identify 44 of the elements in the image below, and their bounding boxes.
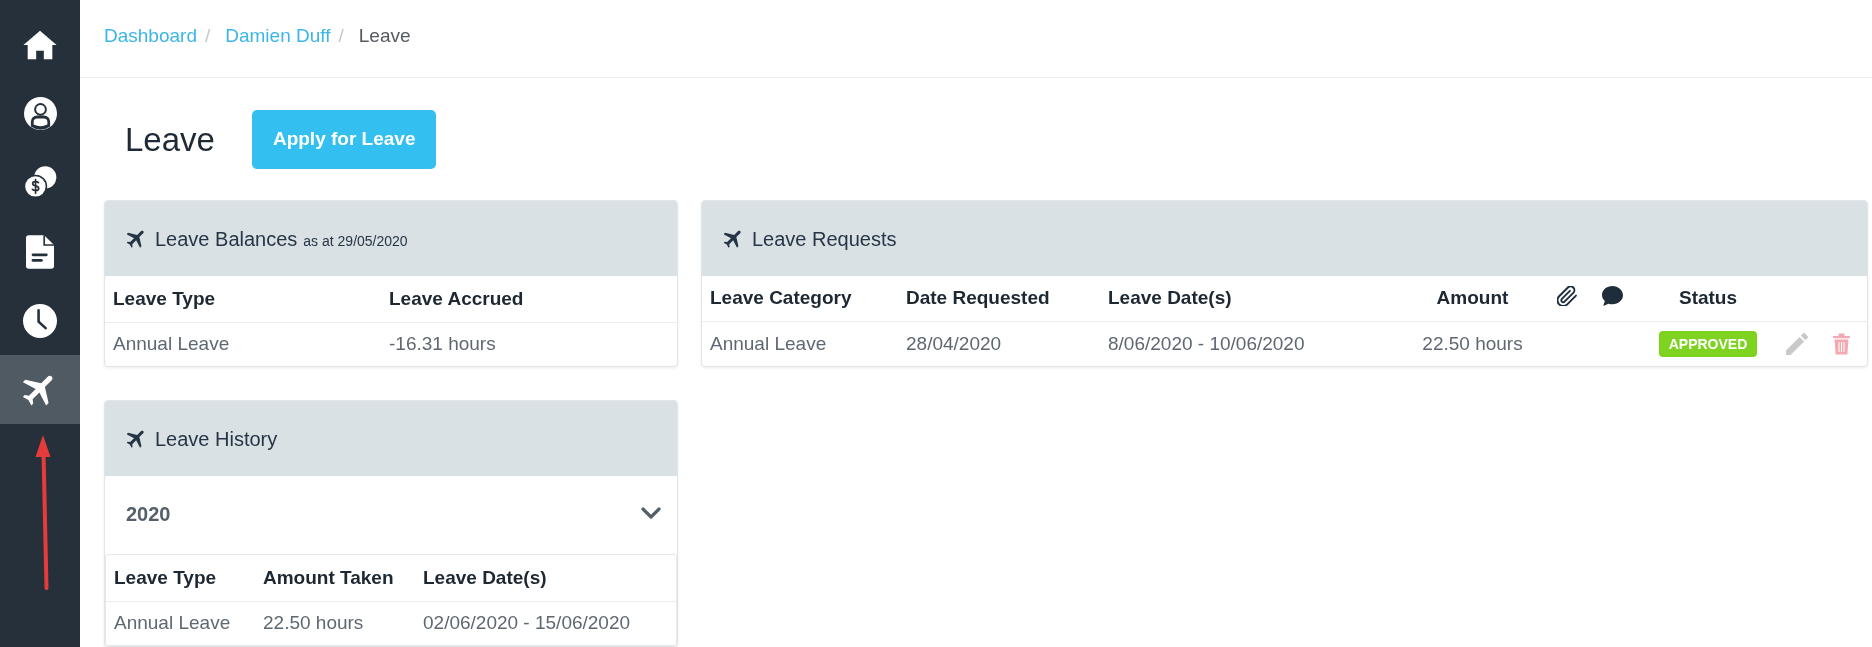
plane-icon — [127, 229, 146, 248]
column-header: Leave Type — [105, 276, 381, 322]
column-header: Leave Date(s) — [1107, 286, 1233, 311]
table-cell: -16.31 hours — [381, 322, 677, 366]
column-header: Date Requested — [905, 286, 1051, 311]
breadcrumb-link[interactable]: Dashboard — [104, 24, 197, 48]
coins-icon — [23, 166, 57, 199]
card-title: Leave Balances — [155, 226, 298, 252]
breadcrumb-separator: / — [204, 24, 211, 48]
column-header: Amount — [1435, 286, 1510, 311]
column-header: Amount Taken — [255, 555, 415, 601]
column-header: Leave Type — [106, 555, 255, 601]
table-cell-text: 28/04/2020 — [905, 331, 1003, 356]
page-title: Leave — [125, 119, 215, 160]
comment-icon — [1602, 286, 1623, 306]
card-subtitle: as at 29/05/2020 — [303, 231, 408, 251]
table-cell: Annual Leave — [105, 322, 381, 366]
card-title: Leave Requests — [752, 226, 897, 252]
breadcrumb-separator: / — [338, 24, 344, 48]
paperclip-icon — [1557, 286, 1577, 306]
user-icon — [23, 97, 57, 130]
accordion-header[interactable]: 2020 — [105, 476, 677, 551]
plane-icon — [724, 229, 743, 248]
column-header: Leave Category — [709, 286, 853, 311]
clock-icon — [23, 303, 57, 338]
card-title: Leave History — [155, 426, 278, 452]
table-cell-text: Annual Leave — [709, 331, 828, 356]
plane-icon — [127, 429, 146, 448]
breadcrumb-link[interactable]: Damien Duff — [225, 24, 331, 48]
column-header: Leave Date(s) — [415, 555, 676, 601]
table-cell: Annual Leave — [106, 601, 255, 645]
document-icon — [26, 234, 54, 269]
table-cell: 22.50 hours — [255, 601, 415, 645]
table-cell-text: 22.50 hours — [1421, 331, 1524, 356]
table-cell: 02/06/2020 - 15/06/2020 — [415, 601, 676, 645]
apply-for-leave-button[interactable]: Apply for Leave — [251, 110, 437, 169]
chevron-down-icon — [641, 507, 661, 520]
column-header: Status — [1677, 286, 1739, 311]
table-cell-text: 8/06/2020 - 10/06/2020 — [1107, 331, 1306, 356]
status-badge: APPROVED — [1658, 331, 1758, 357]
sidebar-item[interactable] — [0, 355, 80, 424]
column-header: Leave Accrued — [381, 276, 677, 322]
home-icon — [23, 29, 57, 60]
breadcrumb-current: Leave — [358, 24, 411, 48]
